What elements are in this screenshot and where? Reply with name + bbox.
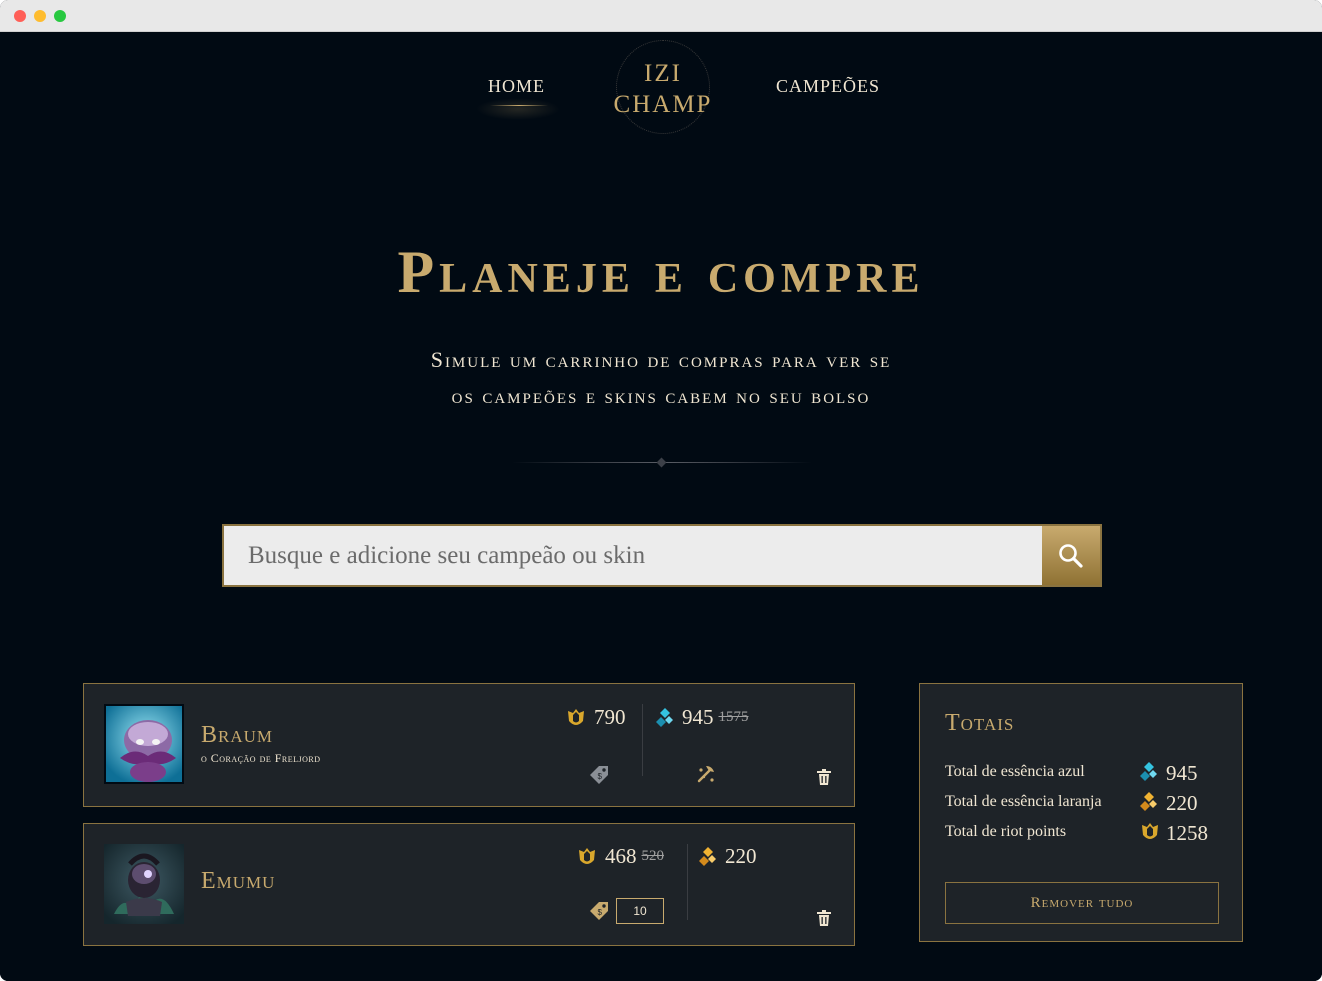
discount-input[interactable]: 10 [616,898,664,924]
blue-essence-value: 945 [682,705,714,729]
totals-panel: Totais Total de essência azul 945 Total … [919,683,1243,942]
search-input[interactable] [224,526,1044,585]
price-divider [687,844,688,920]
total-rp-value: 1258 [1166,821,1208,845]
skin-name: Emumu [201,868,276,894]
logo-line-1: IZI [644,60,682,87]
champion-name: Braum [201,722,274,748]
disenchant-icon[interactable] [695,763,717,785]
nav-link-home[interactable]: HOME [488,76,545,97]
discount-tag-icon[interactable]: $ [588,900,610,922]
total-orange-essence-value: 220 [1166,791,1198,815]
skin-avatar-emumu [104,844,184,924]
subtitle-line-2: os campeões e skins cabem no seu bolso [451,383,871,408]
blue-essence-icon [656,707,673,727]
maximize-window-button[interactable] [54,10,66,22]
search-bar [222,524,1102,587]
blue-essence-old-value: 1575 [718,709,749,725]
champion-avatar-braum [104,704,184,784]
totals-title: Totais [945,710,1015,736]
cart-item-emumu: Emumu 468 520 220 $ 10 [83,823,855,946]
divider-diamond [656,457,667,468]
trash-icon[interactable] [817,910,831,926]
cart-item-braum: Braum o Coração de Freljord 790 945 1575 [83,683,855,807]
rp-old-value: 520 [641,848,665,864]
total-orange-essence-label: Total de essência laranja [945,793,1102,810]
browser-window: HOME IZI CHAMP CAMPEÕES Planeje e compre… [0,0,1322,981]
app-page: HOME IZI CHAMP CAMPEÕES Planeje e compre… [0,32,1322,981]
logo[interactable]: IZI CHAMP [600,58,726,120]
svg-text:$: $ [598,908,603,917]
close-window-button[interactable] [14,10,26,22]
orange-essence-value: 220 [725,844,757,868]
trash-icon[interactable] [817,769,831,785]
rp-value: 468 [605,844,637,868]
minimize-window-button[interactable] [34,10,46,22]
window-titlebar [0,0,1322,32]
subtitle-line-1: Simule um carrinho de compras para ver s… [430,347,892,372]
blue-essence-price: 945 1575 [655,705,749,730]
logo-line-2: CHAMP [613,91,713,118]
total-blue-essence-value: 945 [1166,761,1198,785]
nav-active-indicator [490,105,548,106]
orange-essence-icon [1140,792,1157,811]
rp-price: 468 520 [576,844,664,869]
total-blue-essence-label: Total de essência azul [945,763,1085,780]
riot-points-icon [568,708,584,725]
nav-link-champions[interactable]: CAMPEÕES [776,76,880,97]
total-rp-label: Total de riot points [945,823,1067,840]
price-divider [642,704,643,776]
page-title: Planeje e compre [397,239,925,305]
orange-essence-icon [699,846,716,866]
search-icon [1059,543,1083,568]
riot-points-icon [579,847,595,864]
orange-essence-price: 220 [698,844,757,869]
nav-home-glow [476,98,560,120]
rp-value: 790 [594,705,626,729]
discount-tag-icon[interactable]: $ [588,764,610,786]
blue-essence-icon [1140,762,1157,781]
champion-title: o Coração de Freljord [201,751,321,765]
rp-price: 790 [565,705,626,730]
riot-points-icon [1142,823,1158,839]
remove-all-button[interactable]: Remover tudo [945,882,1219,924]
svg-text:$: $ [598,772,603,781]
search-button[interactable] [1042,526,1100,585]
page-subtitle: Simule um carrinho de compras para ver s… [0,342,1322,414]
